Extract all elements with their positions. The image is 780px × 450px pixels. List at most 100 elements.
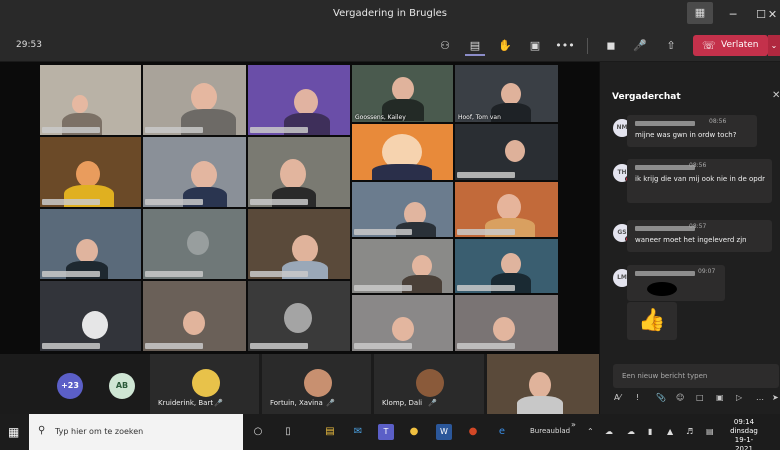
video-tile (455, 124, 558, 180)
name-tag (354, 229, 412, 235)
teams-meeting-window: Vergadering in Brugles ▦ ─ ☐ ✕ 29:53 ⚇ ▤… (0, 0, 780, 450)
video-tile (248, 137, 350, 207)
video-tile-goossens: Goossens, Kailey (352, 65, 453, 122)
message-time: 08:56 (709, 118, 727, 125)
taskbar-clock[interactable]: 09:14 dinsdag 19-1-2021 (726, 418, 762, 450)
participant-face (392, 317, 414, 341)
desktop-label[interactable]: Bureaublad (530, 427, 570, 435)
avatar (192, 369, 220, 397)
format-icon[interactable]: A⁄ (614, 393, 621, 402)
onedrive-icon[interactable]: ☁ (627, 427, 635, 436)
chat-message: 09:07 (627, 265, 725, 301)
attach-icon[interactable]: 📎 (656, 393, 666, 402)
more-icon[interactable]: … (756, 393, 764, 402)
teams-icon[interactable]: T (378, 424, 394, 440)
priority-icon[interactable]: ! (636, 393, 639, 402)
video-tile (143, 137, 246, 207)
video-tile (352, 182, 453, 237)
avatar (304, 369, 332, 397)
name-tag (42, 343, 100, 349)
participant-face (187, 231, 209, 255)
word-icon[interactable]: W (436, 424, 452, 440)
thumbs-up-icon: 👍 (627, 302, 677, 340)
name-tag (42, 127, 100, 133)
participant-face (72, 95, 88, 113)
participant-card[interactable]: Fortuin, Xavina 🎤 (262, 354, 371, 414)
windows-taskbar: ▦ ⚲ Typ hier om te zoeken ○ ▯ ▤ ✉ T ● W … (0, 414, 780, 450)
share-screen-icon[interactable]: ⇧ (661, 36, 681, 56)
more-options-icon[interactable]: ••• (555, 36, 575, 56)
edge-icon[interactable]: e (494, 424, 510, 440)
file-explorer-icon[interactable]: ▤ (322, 424, 338, 440)
video-tile (248, 209, 350, 279)
cortana-icon[interactable]: ○ (250, 424, 266, 440)
emoji-icon[interactable]: ☺ (676, 393, 684, 402)
network-icon[interactable]: ▲ (667, 427, 673, 436)
participants-icon[interactable]: ⚇ (435, 36, 455, 56)
name-tag (145, 127, 203, 133)
participant-name: Klomp, Dali (382, 399, 423, 407)
task-view-icon[interactable]: ▯ (280, 424, 296, 440)
close-window-button[interactable]: ✕ (765, 0, 780, 30)
participant-face (294, 89, 318, 115)
leave-options-caret[interactable]: ⌄ (768, 35, 780, 56)
chevron-double-icon[interactable]: » (571, 420, 576, 429)
briefcase-icon[interactable]: ▦ (687, 2, 713, 24)
meeting-toolbar: 29:53 ⚇ ▤ ✋ ▣ ••• ◼ 🎤 ⇧ ☏ Verlaten ⌄ (0, 30, 780, 62)
notification-icon[interactable]: ▤ (706, 427, 714, 436)
participant-face (191, 83, 217, 111)
chat-icon[interactable]: ▤ (465, 36, 485, 56)
participant-face (76, 239, 98, 263)
windows-start-icon[interactable]: ▦ (8, 425, 19, 439)
chat-message: 08:57 waneer moet het ingeleverd zjn (627, 220, 772, 252)
battery-icon[interactable]: ▮ (648, 427, 652, 436)
mic-off-icon: 🎤 (428, 399, 437, 407)
sender-name-redacted (635, 121, 695, 126)
message-compose-input[interactable]: Een nieuw bericht typen (613, 364, 779, 388)
raise-hand-icon[interactable]: ✋ (495, 36, 515, 56)
rooms-icon[interactable]: ▣ (525, 36, 545, 56)
video-tile (248, 65, 350, 135)
mic-off-icon: 🎤 (214, 399, 223, 407)
video-tile (40, 209, 141, 279)
participant-face (493, 317, 515, 341)
cloud-icon[interactable]: ☁ (605, 427, 613, 436)
powerpoint-icon[interactable]: ● (465, 424, 481, 440)
name-tag (250, 127, 308, 133)
participant-face (280, 159, 306, 189)
minimize-button[interactable]: ─ (718, 0, 748, 30)
microphone-icon[interactable]: 🎤 (630, 36, 650, 56)
participant-face (284, 303, 312, 333)
message-text: ik krijg die van mij ook nie in de opdr (635, 175, 766, 183)
schedule-icon[interactable]: ▷ (736, 393, 742, 402)
search-icon: ⚲ (38, 425, 46, 436)
name-tag (145, 199, 203, 205)
chrome-icon[interactable]: ● (406, 424, 422, 440)
more-participants-badge[interactable]: +23 (57, 373, 83, 399)
video-tile (40, 281, 141, 351)
volume-icon[interactable]: ♬ (686, 427, 693, 436)
taskbar-search-box[interactable]: ⚲ Typ hier om te zoeken (29, 414, 243, 450)
title-bar: Vergadering in Brugles ▦ ─ ☐ ✕ (0, 0, 780, 30)
sticker-icon[interactable]: ▣ (716, 393, 724, 402)
name-tag (457, 229, 515, 235)
name-tag (42, 271, 100, 277)
participant-face (82, 311, 108, 339)
participant-card[interactable]: Kruiderink, Bart 🎤 (150, 354, 259, 414)
close-icon[interactable]: ✕ (772, 90, 780, 101)
mail-icon[interactable]: ✉ (350, 424, 366, 440)
send-icon[interactable]: ➤ (772, 393, 779, 402)
name-tag (250, 343, 308, 349)
video-tile (143, 65, 246, 135)
camera-icon[interactable]: ◼ (601, 36, 621, 56)
participant-card[interactable]: Klomp, Dali 🎤 (374, 354, 484, 414)
video-grid: Goossens, Kailey Hoof, Tom van (0, 62, 599, 354)
gif-icon[interactable]: □ (696, 393, 704, 402)
participant-face (292, 235, 318, 263)
leave-button[interactable]: ☏ Verlaten (693, 35, 768, 56)
chevron-up-icon[interactable]: ⌃ (587, 427, 594, 436)
participant-avatar[interactable]: AB (109, 373, 135, 399)
participant-name-label: Hoof, Tom van (458, 114, 501, 121)
participant-name-label: Goossens, Kailey (355, 114, 406, 121)
participant-face (191, 161, 217, 189)
